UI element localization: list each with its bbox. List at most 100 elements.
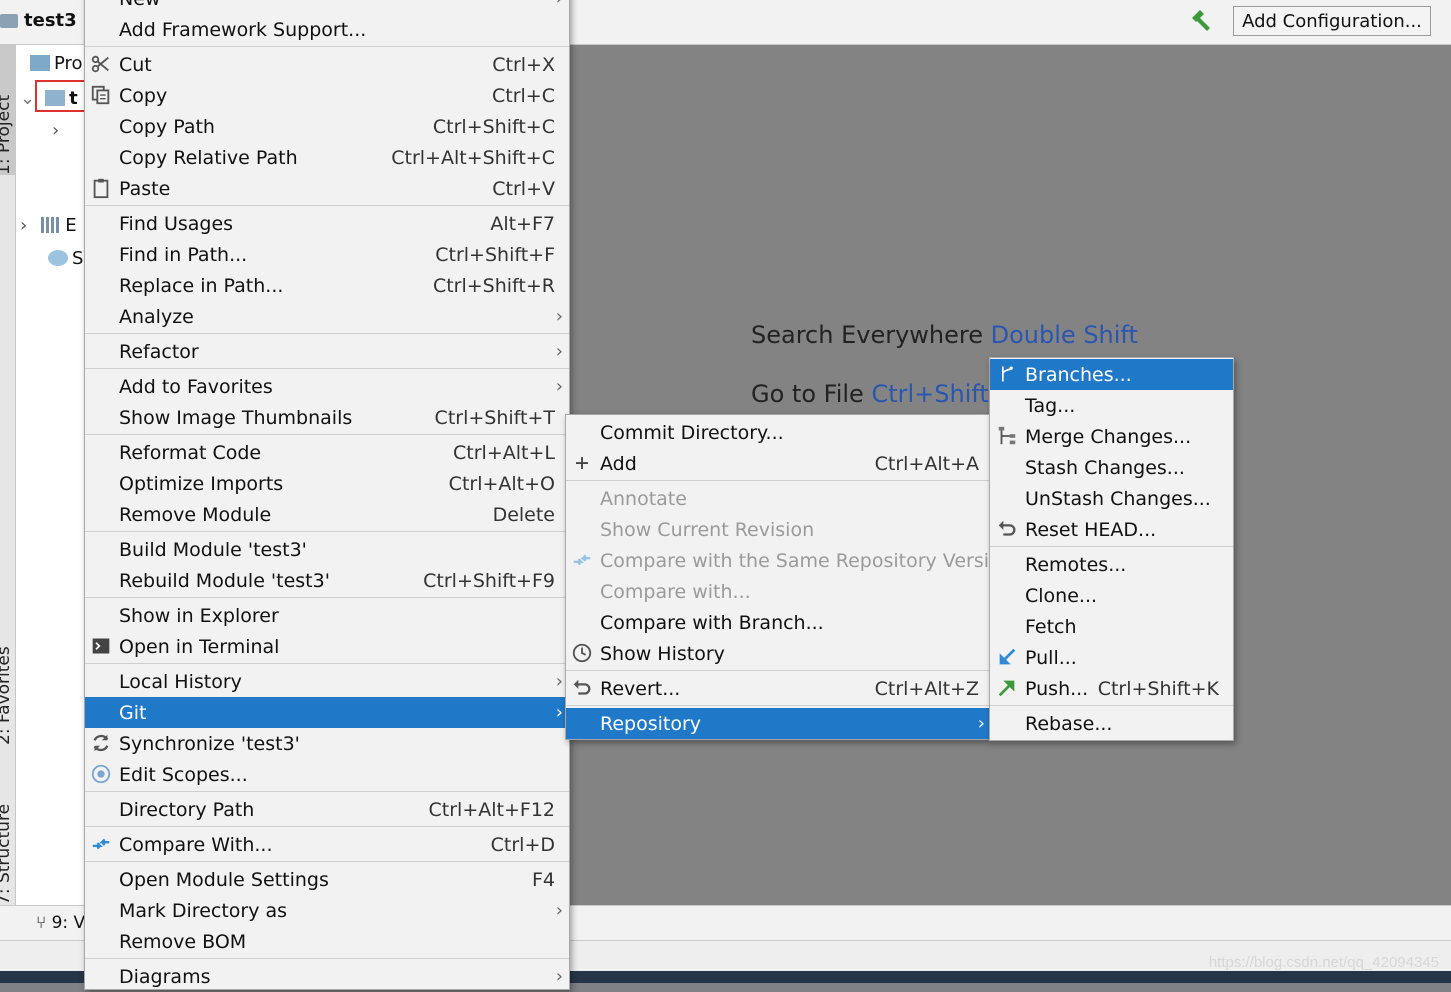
menu-item-label: Compare with the Same Repository Version	[600, 549, 1013, 572]
menu-item-tag[interactable]: Tag...	[990, 390, 1233, 421]
menu-item-mark-directory-as[interactable]: Mark Directory as ›	[85, 895, 569, 926]
menu-item-label: Remotes...	[1025, 553, 1127, 576]
menu-item-rebuild-module-test3[interactable]: Rebuild Module 'test3' Ctrl+Shift+F9	[85, 565, 569, 596]
menu-item-find-in-path[interactable]: Find in Path... Ctrl+Shift+F	[85, 239, 569, 270]
revert-icon	[570, 676, 594, 700]
menu-item-diagrams[interactable]: Diagrams ›	[85, 961, 569, 992]
menu-item-label: Find Usages	[119, 212, 234, 235]
menu-item-reformat-code[interactable]: Reformat Code Ctrl+Alt+L	[85, 437, 569, 468]
menu-item-remove-bom[interactable]: Remove BOM	[85, 926, 569, 957]
menu-item-add-to-favorites[interactable]: Add to Favorites ›	[85, 371, 569, 402]
add-configuration-button[interactable]: Add Configuration...	[1233, 6, 1431, 36]
menu-item-find-usages[interactable]: Find Usages Alt+F7	[85, 208, 569, 239]
menu-item-label: Analyze	[119, 305, 194, 328]
menu-item-replace-in-path[interactable]: Replace in Path... Ctrl+Shift+R	[85, 270, 569, 301]
menu-item-label: Edit Scopes...	[119, 763, 248, 786]
menu-item-copy-relative-path[interactable]: Copy Relative Path Ctrl+Alt+Shift+C	[85, 142, 569, 173]
menu-item-label: New	[119, 0, 160, 10]
clipboard-icon	[89, 176, 113, 200]
chevron-right-icon[interactable]: ›	[52, 120, 59, 141]
menu-item-local-history[interactable]: Local History ›	[85, 666, 569, 697]
menu-item-shortcut: Ctrl+Shift+F9	[423, 569, 555, 592]
menu-item-open-in-terminal[interactable]: Open in Terminal	[85, 631, 569, 662]
menu-item-shortcut: Ctrl+Alt+O	[448, 472, 555, 495]
menu-item-shortcut: Ctrl+Shift+K	[1097, 677, 1219, 700]
menu-item-label: Reset HEAD...	[1025, 518, 1157, 541]
menu-item-fetch[interactable]: Fetch	[990, 611, 1233, 642]
menu-item-label: Build Module 'test3'	[119, 538, 307, 561]
menu-item-push[interactable]: Push... Ctrl+Shift+K	[990, 673, 1233, 704]
menu-item-stash-changes[interactable]: Stash Changes...	[990, 452, 1233, 483]
menu-item-label: Rebase...	[1025, 712, 1113, 735]
menu-item-reset-head[interactable]: Reset HEAD...	[990, 514, 1233, 545]
menu-item-copy-path[interactable]: Copy Path Ctrl+Shift+C	[85, 111, 569, 142]
menu-item-add-framework-support[interactable]: Add Framework Support...	[85, 14, 569, 45]
project-view-icon	[30, 55, 50, 71]
go-to-file-hint: Go to File Ctrl+Shift+	[751, 380, 1009, 408]
menu-item-show-history[interactable]: Show History	[566, 638, 989, 669]
menu-item-repository[interactable]: Repository ›	[566, 708, 989, 739]
menu-item-label: Diagrams	[119, 965, 211, 988]
version-control-tool-button[interactable]: ⑂ 9: V	[36, 913, 85, 933]
menu-item-branches[interactable]: Branches...	[990, 359, 1233, 390]
tree-node-external-libraries[interactable]: › E	[20, 210, 77, 240]
menu-item-remove-module[interactable]: Remove Module Delete	[85, 499, 569, 530]
menu-item-remotes[interactable]: Remotes...	[990, 549, 1233, 580]
menu-item-shortcut: Ctrl+Alt+L	[453, 441, 555, 464]
chevron-right-icon: ›	[977, 713, 985, 734]
menu-item-copy[interactable]: Copy Ctrl+C	[85, 80, 569, 111]
menu-item-label: Reformat Code	[119, 441, 262, 464]
tree-node-scratches[interactable]: S	[48, 243, 83, 273]
tab-favorites[interactable]: 2: Favorites	[0, 646, 14, 745]
menu-item-label: Add	[600, 452, 637, 475]
tab-structure[interactable]: 7: Structure	[0, 804, 14, 905]
menu-item-show-image-thumbnails[interactable]: Show Image Thumbnails Ctrl+Shift+T	[85, 402, 569, 433]
menu-item-git[interactable]: Git ›	[85, 697, 569, 728]
menu-item-label: Branches...	[1025, 363, 1132, 386]
project-view-selector[interactable]: Pro	[30, 48, 83, 78]
tree-node-child[interactable]: ›	[52, 115, 59, 145]
menu-separator	[990, 705, 1233, 706]
menu-item-revert[interactable]: Revert... Ctrl+Alt+Z	[566, 673, 989, 704]
chevron-right-icon[interactable]: ›	[20, 215, 27, 236]
menu-item-synchronize-test3[interactable]: Synchronize 'test3'	[85, 728, 569, 759]
menu-item-label: Rebuild Module 'test3'	[119, 569, 330, 592]
hammer-icon[interactable]	[1188, 8, 1214, 34]
menu-item-paste[interactable]: Paste Ctrl+V	[85, 173, 569, 204]
menu-item-build-module-test3[interactable]: Build Module 'test3'	[85, 534, 569, 565]
menu-item-unstash-changes[interactable]: UnStash Changes...	[990, 483, 1233, 514]
menu-item-commit-directory[interactable]: Commit Directory...	[566, 417, 989, 448]
menu-item-directory-path[interactable]: Directory Path Ctrl+Alt+F12	[85, 794, 569, 825]
menu-item-label: Compare with...	[600, 580, 751, 603]
menu-item-cut[interactable]: Cut Ctrl+X	[85, 49, 569, 80]
menu-item-merge-changes[interactable]: Merge Changes...	[990, 421, 1233, 452]
menu-item-pull[interactable]: Pull...	[990, 642, 1233, 673]
menu-item-optimize-imports[interactable]: Optimize Imports Ctrl+Alt+O	[85, 468, 569, 499]
git-submenu: Commit Directory... Add Ctrl+Alt+A Annotate…	[565, 414, 1013, 740]
project-name[interactable]: test3	[24, 10, 77, 31]
menu-item-clone[interactable]: Clone...	[990, 580, 1233, 611]
menu-separator	[566, 670, 989, 671]
chevron-down-icon[interactable]: ⌄	[20, 88, 35, 109]
menu-item-label: Cut	[119, 53, 152, 76]
menu-item-label: Synchronize 'test3'	[119, 732, 300, 755]
menu-item-edit-scopes[interactable]: Edit Scopes...	[85, 759, 569, 790]
menu-item-new[interactable]: New ›	[85, 0, 569, 14]
menu-item-label: Clone...	[1025, 584, 1098, 607]
tab-project[interactable]: 1: Project	[0, 95, 14, 175]
menu-separator	[85, 861, 569, 862]
menu-separator	[85, 663, 569, 664]
menu-item-refactor[interactable]: Refactor ›	[85, 336, 569, 367]
menu-separator	[85, 826, 569, 827]
breadcrumb[interactable]: test3 ›	[0, 10, 90, 31]
menu-item-show-in-explorer[interactable]: Show in Explorer	[85, 600, 569, 631]
menu-separator	[566, 480, 989, 481]
menu-item-label: Copy Path	[119, 115, 215, 138]
menu-item-open-module-settings[interactable]: Open Module Settings F4	[85, 864, 569, 895]
menu-item-analyze[interactable]: Analyze ›	[85, 301, 569, 332]
tree-label: E	[65, 214, 77, 236]
menu-item-compare-with-branch[interactable]: Compare with Branch...	[566, 607, 989, 638]
menu-item-compare-with[interactable]: Compare With... Ctrl+D	[85, 829, 569, 860]
menu-item-rebase[interactable]: Rebase...	[990, 708, 1233, 739]
menu-item-add[interactable]: Add Ctrl+Alt+A	[566, 448, 989, 479]
